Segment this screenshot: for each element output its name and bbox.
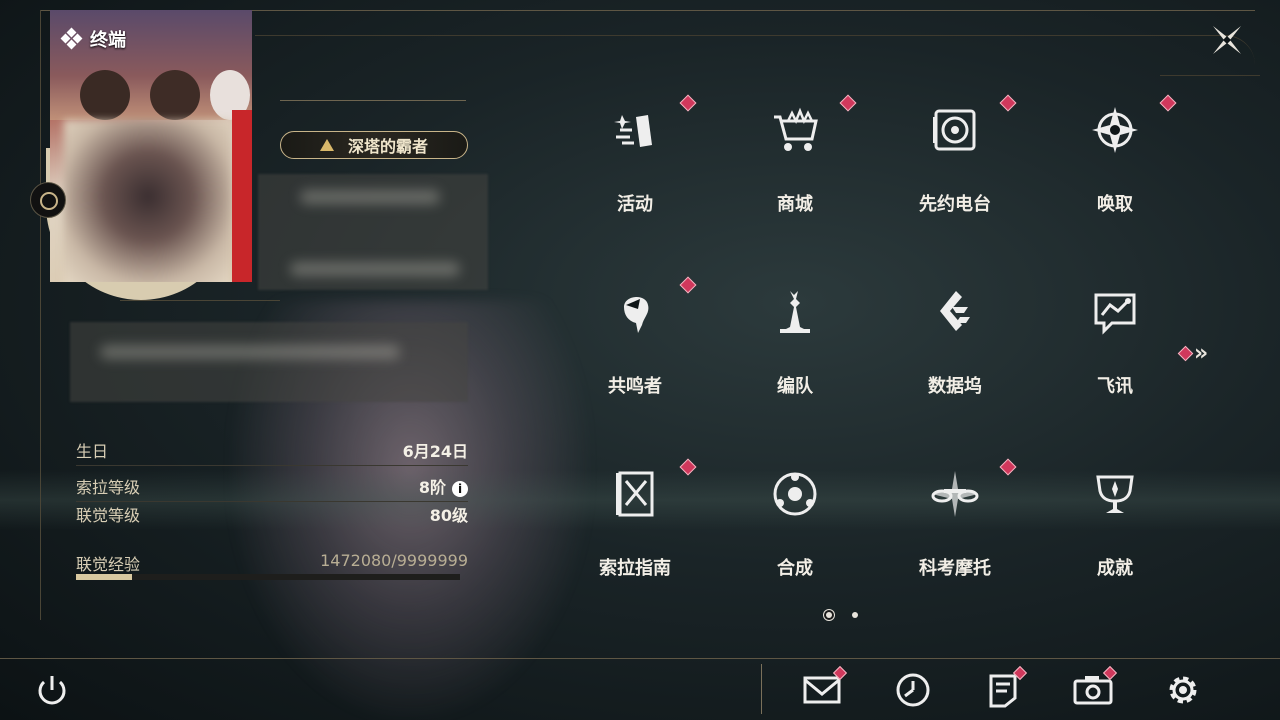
event-icon xyxy=(614,115,652,147)
double-chevron-right-icon: » xyxy=(1194,341,1208,366)
grid-item-message[interactable]: 飞讯 xyxy=(1055,277,1175,397)
terminal-title: 终端 xyxy=(90,30,126,51)
page-indicator xyxy=(826,612,858,618)
rank-title-badge[interactable]: 深塔的霸者 xyxy=(280,131,468,159)
exp-row: 联觉经验 1472080/9999999 xyxy=(76,551,468,575)
union-level-value: 80级 xyxy=(429,506,468,525)
radio-icon xyxy=(933,109,976,151)
notification-badge xyxy=(679,458,697,476)
close-button[interactable] xyxy=(1207,20,1247,60)
convene-icon xyxy=(1092,107,1138,153)
bottom-bar-separator xyxy=(761,664,762,714)
grid-item-label: 唤取 xyxy=(1097,194,1133,215)
grid-item-label: 成就 xyxy=(1097,558,1133,579)
notification-badge xyxy=(999,458,1017,476)
frame-inner-line xyxy=(255,35,1160,36)
notification-badge xyxy=(839,94,857,112)
union-level-label: 联觉等级 xyxy=(76,506,141,525)
frame-left-line xyxy=(40,10,41,620)
grid-item-convene[interactable]: 唤取 xyxy=(1055,94,1177,215)
grid-item-label: 先约电台 xyxy=(919,194,991,215)
clock-button[interactable] xyxy=(893,670,933,710)
grid-item-label: 商城 xyxy=(777,194,813,215)
side-ring-icon xyxy=(30,182,66,218)
grid-item-label: 共鸣者 xyxy=(608,376,662,397)
terminal-header: 终端 xyxy=(60,26,126,52)
avatar-blurred-photo xyxy=(64,120,232,282)
notification-badge xyxy=(1177,345,1194,362)
sola-level-value: 8阶 xyxy=(418,478,446,497)
camera-button[interactable] xyxy=(1073,665,1118,710)
grid-item-achievement[interactable]: 成就 xyxy=(1055,459,1175,579)
grid-item-label: 活动 xyxy=(617,194,653,215)
settings-button[interactable] xyxy=(1163,670,1203,710)
info-icon[interactable]: i xyxy=(452,481,468,497)
sola-level-row: 索拉等级 8阶 i xyxy=(76,474,468,502)
settings-icon xyxy=(1169,676,1197,704)
birthday-label: 生日 xyxy=(76,442,109,461)
rank-divider xyxy=(280,100,466,101)
power-button[interactable] xyxy=(32,670,72,710)
exp-value: 1472080/9999999 xyxy=(320,551,468,570)
terminal-icon xyxy=(60,27,83,50)
exp-label: 联觉经验 xyxy=(76,555,141,574)
birthday-row: 生日 6月24日 xyxy=(76,438,468,466)
exp-progress-fill xyxy=(76,574,133,580)
notes-button[interactable] xyxy=(983,665,1028,710)
grid-item-team[interactable]: 编队 xyxy=(735,277,855,397)
rank-title: 深塔的霸者 xyxy=(347,137,428,156)
page-dot-1[interactable] xyxy=(826,612,832,618)
grid-item-motorcycle[interactable]: 科考摩托 xyxy=(895,458,1017,579)
notification-badge xyxy=(1159,94,1177,112)
grid-item-label: 科考摩托 xyxy=(919,558,991,579)
grid-item-shop[interactable]: 商城 xyxy=(735,94,857,215)
mail-button[interactable] xyxy=(803,665,848,710)
power-icon xyxy=(38,676,66,705)
notification-badge xyxy=(999,94,1017,112)
notification-badge xyxy=(679,94,697,112)
avatar-divider xyxy=(120,300,280,301)
grid-item-event[interactable]: 活动 xyxy=(575,94,697,215)
exp-progress-bar xyxy=(76,574,460,580)
grid-item-data-bank[interactable]: 数据坞 xyxy=(895,277,1015,397)
close-icon xyxy=(1213,26,1241,54)
page-dot-2[interactable] xyxy=(852,612,858,618)
clock-icon xyxy=(896,673,930,707)
message-icon xyxy=(1094,293,1136,335)
grid-item-label: 飞讯 xyxy=(1097,376,1133,397)
frame-cross-line xyxy=(1160,75,1260,76)
rank-triangle-icon xyxy=(319,139,334,151)
achievement-icon xyxy=(1096,475,1134,513)
grid-item-resonator[interactable]: 共鸣者 xyxy=(575,276,697,397)
bottom-bar-divider xyxy=(0,658,1280,659)
guidebook-icon xyxy=(616,471,654,517)
motorcycle-icon xyxy=(931,471,979,517)
grid-item-label: 索拉指南 xyxy=(599,558,671,579)
next-page-button[interactable]: » xyxy=(1177,341,1208,366)
sola-level-label: 索拉等级 xyxy=(76,478,141,497)
shop-icon xyxy=(774,107,818,151)
data-bank-icon xyxy=(940,291,970,331)
union-level-row: 联觉等级 80级 xyxy=(76,502,468,526)
grid-item-label: 合成 xyxy=(777,558,813,579)
blurred-signature-panel xyxy=(70,322,468,402)
resonator-icon xyxy=(624,296,649,333)
grid-item-label: 数据坞 xyxy=(928,376,982,397)
grid-item-synthesis[interactable]: 合成 xyxy=(735,459,855,579)
grid-item-radio[interactable]: 先约电台 xyxy=(895,94,1017,215)
blurred-signature-text xyxy=(100,345,400,359)
blurred-id-text xyxy=(290,262,460,276)
blurred-name-text xyxy=(300,190,440,204)
synthesis-icon xyxy=(773,472,817,516)
grid-item-guidebook[interactable]: 索拉指南 xyxy=(575,458,697,579)
grid-item-label: 编队 xyxy=(777,376,813,397)
notification-badge xyxy=(679,276,697,294)
team-icon xyxy=(780,291,810,333)
birthday-value: 6月24日 xyxy=(402,442,468,461)
